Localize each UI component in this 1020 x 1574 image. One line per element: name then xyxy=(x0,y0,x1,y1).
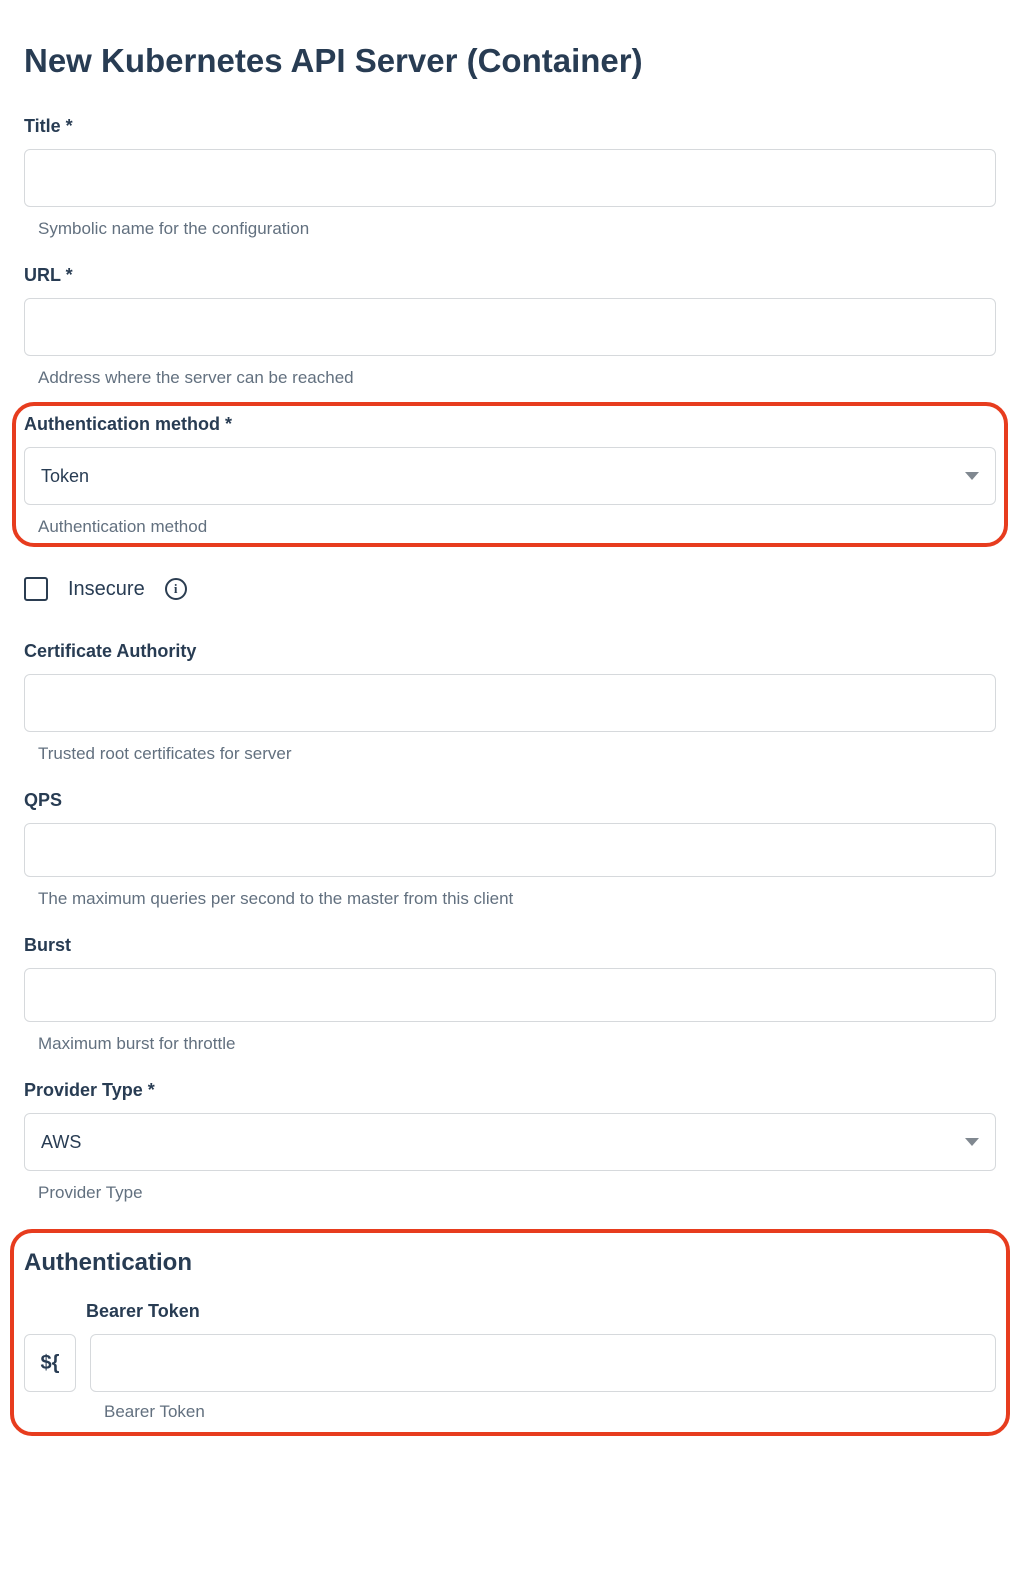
qps-input[interactable] xyxy=(24,823,996,877)
bearer-token-label: Bearer Token xyxy=(86,1301,996,1322)
url-field: URL * Address where the server can be re… xyxy=(24,265,996,388)
bearer-token-helper: Bearer Token xyxy=(104,1402,996,1422)
insecure-label: Insecure xyxy=(68,578,145,601)
provider-type-value: AWS xyxy=(41,1132,81,1153)
auth-method-label: Authentication method * xyxy=(24,414,996,435)
cert-authority-helper: Trusted root certificates for server xyxy=(38,744,996,764)
auth-method-highlight: Authentication method * Token Authentica… xyxy=(12,402,1008,547)
authentication-title: Authentication xyxy=(24,1249,996,1277)
bearer-token-input[interactable] xyxy=(90,1334,996,1392)
cert-authority-label: Certificate Authority xyxy=(24,641,996,662)
provider-type-label: Provider Type * xyxy=(24,1080,996,1101)
burst-label: Burst xyxy=(24,935,996,956)
title-label: Title * xyxy=(24,116,996,137)
url-label: URL * xyxy=(24,265,996,286)
variable-prefix-button[interactable]: ${ xyxy=(24,1334,76,1392)
qps-helper: The maximum queries per second to the ma… xyxy=(38,889,996,909)
burst-input[interactable] xyxy=(24,968,996,1022)
caret-down-icon xyxy=(965,1138,979,1146)
qps-field: QPS The maximum queries per second to th… xyxy=(24,790,996,909)
burst-helper: Maximum burst for throttle xyxy=(38,1034,996,1054)
bearer-token-field: Bearer Token ${ Bearer Token xyxy=(24,1301,996,1422)
qps-label: QPS xyxy=(24,790,996,811)
auth-method-field: Authentication method * Token Authentica… xyxy=(24,414,996,537)
provider-type-field: Provider Type * AWS Provider Type xyxy=(24,1080,996,1203)
auth-method-select[interactable]: Token xyxy=(24,447,996,505)
page-title: New Kubernetes API Server (Container) xyxy=(24,42,996,80)
burst-field: Burst Maximum burst for throttle xyxy=(24,935,996,1054)
title-field: Title * Symbolic name for the configurat… xyxy=(24,116,996,239)
auth-method-value: Token xyxy=(41,466,89,487)
provider-type-helper: Provider Type xyxy=(38,1183,996,1203)
title-helper: Symbolic name for the configuration xyxy=(38,219,996,239)
cert-authority-input[interactable] xyxy=(24,674,996,732)
caret-down-icon xyxy=(965,472,979,480)
auth-method-helper: Authentication method xyxy=(38,517,996,537)
insecure-row: Insecure i xyxy=(24,577,996,601)
url-helper: Address where the server can be reached xyxy=(38,368,996,388)
title-input[interactable] xyxy=(24,149,996,207)
info-icon[interactable]: i xyxy=(165,578,187,600)
cert-authority-field: Certificate Authority Trusted root certi… xyxy=(24,641,996,764)
url-input[interactable] xyxy=(24,298,996,356)
authentication-highlight: Authentication Bearer Token ${ Bearer To… xyxy=(10,1229,1010,1436)
insecure-checkbox[interactable] xyxy=(24,577,48,601)
provider-type-select[interactable]: AWS xyxy=(24,1113,996,1171)
